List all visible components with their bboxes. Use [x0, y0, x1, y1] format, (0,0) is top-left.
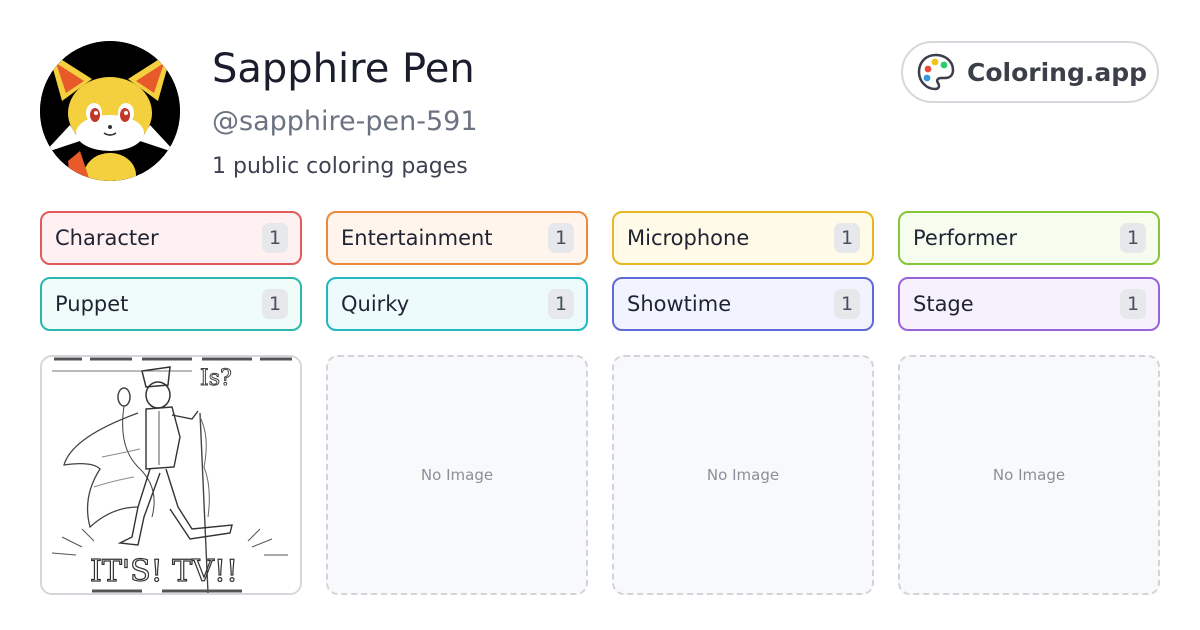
- brand-label: Coloring.app: [967, 57, 1148, 87]
- tag-count-badge: 1: [1120, 223, 1146, 253]
- tag-count-badge: 1: [548, 223, 574, 253]
- tag-label: Performer: [913, 226, 1017, 250]
- tag-label: Stage: [913, 292, 974, 316]
- tag-entertainment[interactable]: Entertainment 1: [326, 211, 588, 265]
- tag-showtime[interactable]: Showtime 1: [612, 277, 874, 331]
- tag-count-badge: 1: [834, 223, 860, 253]
- tag-performer[interactable]: Performer 1: [898, 211, 1160, 265]
- profile-name: Sapphire Pen: [212, 46, 475, 92]
- coloring-page-grid: Is? IT'S! TV!! No Image No Image No Imag…: [40, 355, 1160, 595]
- tag-count-badge: 1: [1120, 289, 1146, 319]
- tag-count-badge: 1: [262, 223, 288, 253]
- tag-microphone[interactable]: Microphone 1: [612, 211, 874, 265]
- tag-character[interactable]: Character 1: [40, 211, 302, 265]
- tag-quirky[interactable]: Quirky 1: [326, 277, 588, 331]
- tag-count-badge: 1: [262, 289, 288, 319]
- tag-label: Quirky: [341, 292, 410, 316]
- coloring-page-thumbnail: Is? IT'S! TV!!: [42, 357, 300, 593]
- thumbnail-caption-bottom: IT'S! TV!!: [90, 554, 238, 589]
- coloring-page-card[interactable]: No Image: [326, 355, 588, 595]
- tag-label: Showtime: [627, 292, 732, 316]
- fox-avatar-icon: [40, 41, 180, 181]
- tag-label: Microphone: [627, 226, 750, 250]
- coloring-page-card[interactable]: No Image: [898, 355, 1160, 595]
- tag-label: Entertainment: [341, 226, 493, 250]
- public-count: 1 public coloring pages: [212, 154, 468, 179]
- thumbnail-caption-top: Is?: [200, 366, 232, 391]
- no-image-placeholder: No Image: [706, 466, 780, 484]
- tag-label: Puppet: [55, 292, 129, 316]
- profile-handle: @sapphire-pen-591: [212, 106, 478, 137]
- tag-count-badge: 1: [834, 289, 860, 319]
- tag-grid: Character 1 Entertainment 1 Microphone 1…: [40, 211, 1160, 331]
- coloring-page-card[interactable]: No Image: [612, 355, 874, 595]
- tag-count-badge: 1: [548, 289, 574, 319]
- tag-label: Character: [55, 226, 159, 250]
- tag-stage[interactable]: Stage 1: [898, 277, 1160, 331]
- avatar[interactable]: [40, 41, 180, 181]
- no-image-placeholder: No Image: [992, 466, 1066, 484]
- coloring-page-card[interactable]: Is? IT'S! TV!!: [40, 355, 302, 595]
- palette-icon: [915, 51, 957, 93]
- no-image-placeholder: No Image: [420, 466, 494, 484]
- brand-link[interactable]: Coloring.app: [901, 41, 1159, 103]
- tag-puppet[interactable]: Puppet 1: [40, 277, 302, 331]
